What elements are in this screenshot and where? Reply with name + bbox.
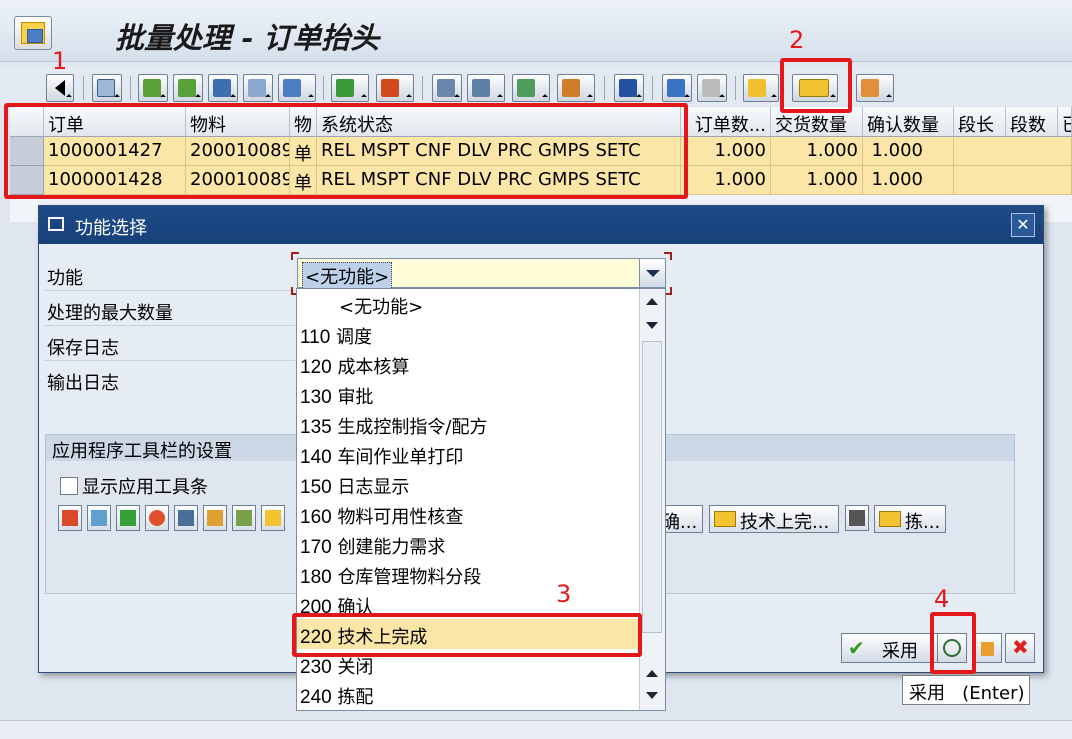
back-button[interactable] bbox=[46, 74, 74, 102]
table-cell[interactable]: 1.000 bbox=[863, 137, 954, 166]
scroll-thumb[interactable] bbox=[642, 341, 662, 633]
table-cell[interactable] bbox=[954, 137, 1072, 166]
export-icon[interactable] bbox=[512, 74, 550, 102]
availability-icon[interactable] bbox=[232, 505, 256, 531]
tooltip: 采用 (Enter) bbox=[902, 675, 1030, 705]
subtotal-icon[interactable] bbox=[376, 74, 414, 102]
find-icon[interactable] bbox=[92, 74, 122, 102]
show-toolbar-checkbox[interactable] bbox=[60, 477, 78, 495]
chevron-down-icon[interactable] bbox=[639, 259, 665, 287]
dispatch-icon[interactable] bbox=[58, 505, 82, 531]
table-cell[interactable] bbox=[954, 166, 1072, 195]
title-bar: 批量处理 - 订单抬头 bbox=[0, 0, 1072, 62]
undo-icon[interactable] bbox=[743, 74, 779, 102]
list-item[interactable]: 130 审批 bbox=[297, 379, 639, 409]
annotation-box-2 bbox=[780, 58, 852, 113]
binoculars-next-icon[interactable] bbox=[243, 74, 273, 102]
view-icon[interactable] bbox=[467, 74, 505, 102]
table-cell[interactable]: 1.000 bbox=[771, 166, 863, 195]
list-item[interactable]: 120 成本核算 bbox=[297, 349, 639, 379]
layout-icon[interactable] bbox=[557, 74, 595, 102]
adopt-label: 采用 bbox=[882, 641, 918, 662]
teco-toolbar-label: 技术上完... bbox=[740, 512, 830, 533]
print-order-icon[interactable] bbox=[174, 505, 198, 531]
binoculars-icon[interactable] bbox=[208, 74, 238, 102]
log-icon[interactable] bbox=[203, 505, 227, 531]
app-toolbar bbox=[0, 66, 1072, 106]
sort-descending-icon[interactable] bbox=[173, 74, 203, 102]
col-seg-len[interactable]: 段长 bbox=[954, 107, 1006, 137]
scroll-down-icon[interactable] bbox=[641, 685, 663, 705]
teco-toolbar-button[interactable]: 技术上完... bbox=[709, 505, 839, 533]
list-item[interactable]: 170 创建能力需求 bbox=[297, 529, 639, 559]
show-toolbar-label: 显示应用工具条 bbox=[82, 477, 208, 498]
close-icon[interactable]: ✕ bbox=[1011, 213, 1035, 237]
dialog-icon bbox=[48, 217, 64, 231]
table-cell[interactable]: 1.000 bbox=[771, 137, 863, 166]
function-combobox[interactable]: <无功能> bbox=[297, 258, 666, 290]
table-cell[interactable]: 1.000 bbox=[681, 137, 771, 166]
col-more[interactable]: 已 bbox=[1058, 107, 1072, 137]
calculator-icon[interactable] bbox=[87, 505, 111, 531]
scroll-up-icon[interactable] bbox=[641, 291, 663, 311]
page-title: 批量处理 - 订单抬头 bbox=[115, 21, 380, 55]
list-item[interactable]: 180 仓库管理物料分段 bbox=[297, 559, 639, 589]
app-icon bbox=[14, 16, 52, 50]
list-item[interactable]: 140 车间作业单打印 bbox=[297, 439, 639, 469]
list-item[interactable]: 110 调度 bbox=[297, 319, 639, 349]
table-cell[interactable]: 1.000 bbox=[681, 166, 771, 195]
scroll-down-icon[interactable] bbox=[641, 315, 663, 335]
list-scrollbar[interactable] bbox=[639, 289, 665, 710]
dialog-title: 功能选择 bbox=[39, 206, 1043, 244]
capacity-icon[interactable] bbox=[261, 505, 285, 531]
function-label: 功能 bbox=[47, 268, 83, 289]
list-item[interactable]: 150 日志显示 bbox=[297, 469, 639, 499]
lifebuoy-icon[interactable] bbox=[145, 505, 169, 531]
checkered-flag-icon[interactable] bbox=[845, 505, 869, 531]
annotation-number-2: 2 bbox=[789, 26, 805, 54]
cancel-icon[interactable]: ✖ bbox=[1005, 633, 1035, 663]
pick-toolbar-button[interactable]: 拣... bbox=[874, 505, 946, 533]
flag-icon[interactable] bbox=[116, 505, 140, 531]
settings-icon[interactable] bbox=[856, 74, 894, 102]
sort-ascending-icon[interactable] bbox=[138, 74, 168, 102]
scroll-up-icon[interactable] bbox=[641, 663, 663, 683]
annotation-number-4: 4 bbox=[934, 585, 950, 613]
annotation-box-3 bbox=[292, 613, 642, 657]
list-item[interactable]: 240 拣配 bbox=[297, 679, 639, 709]
list-item[interactable]: 160 物料可用性核查 bbox=[297, 499, 639, 529]
list-item[interactable]: 135 生成控制指令/配方 bbox=[297, 409, 639, 439]
output-log-label: 输出日志 bbox=[47, 373, 119, 394]
combo-value: <无功能> bbox=[302, 262, 393, 290]
col-confirmed[interactable]: 确认数量 bbox=[863, 107, 954, 137]
sum-icon[interactable] bbox=[331, 74, 369, 102]
col-order-qty[interactable]: 订单数... bbox=[681, 107, 771, 137]
print-icon[interactable] bbox=[432, 74, 462, 102]
unlock-icon[interactable] bbox=[972, 633, 1002, 663]
list-item[interactable]: <无功能> bbox=[297, 289, 639, 319]
annotation-box-4 bbox=[930, 612, 976, 674]
annotation-number-3: 3 bbox=[556, 580, 572, 608]
filter-icon[interactable] bbox=[278, 74, 316, 102]
pick-toolbar-label: 拣... bbox=[905, 512, 941, 533]
max-count-label: 处理的最大数量 bbox=[47, 303, 173, 324]
check-icon: ✔ bbox=[848, 636, 865, 660]
edit-icon[interactable] bbox=[662, 74, 692, 102]
col-seg-count[interactable]: 段数 bbox=[1006, 107, 1058, 137]
status-bar bbox=[0, 720, 1072, 739]
info-icon[interactable] bbox=[614, 74, 644, 102]
table-cell[interactable]: 1.000 bbox=[863, 166, 954, 195]
glasses-icon[interactable] bbox=[697, 74, 727, 102]
annotation-number-1: 1 bbox=[52, 47, 68, 75]
annotation-box-1 bbox=[4, 103, 688, 199]
save-log-label: 保存日志 bbox=[47, 338, 119, 359]
